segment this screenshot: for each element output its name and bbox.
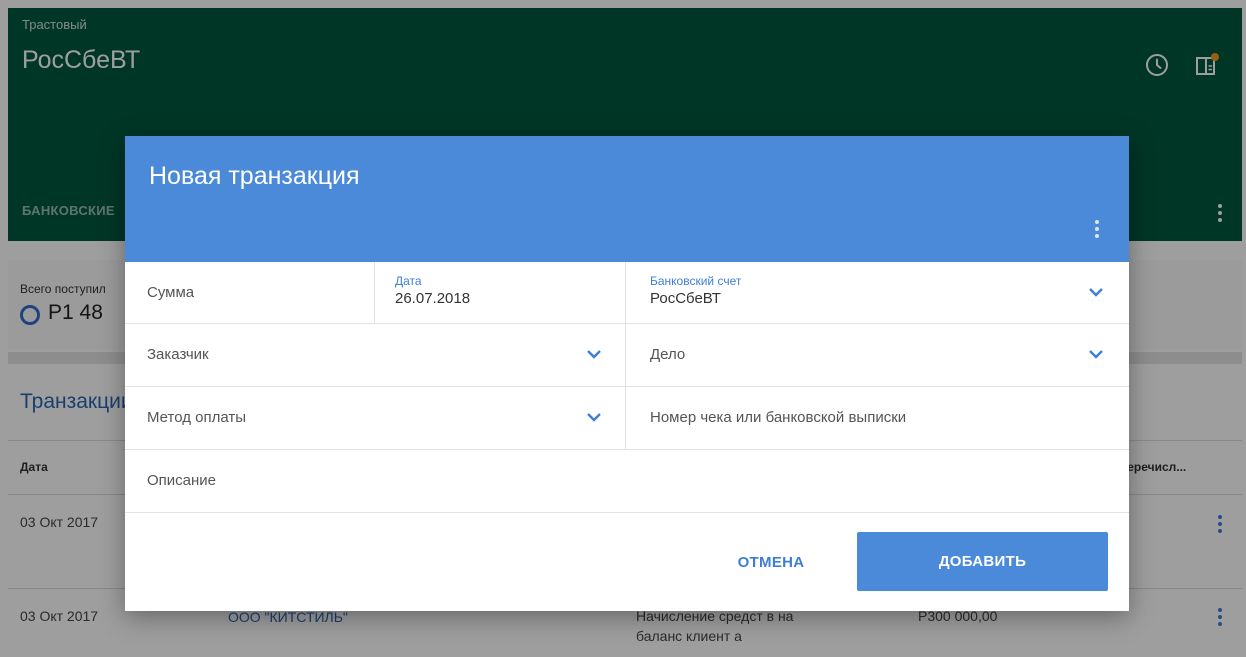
date-label: Дата [395, 274, 422, 288]
add-button[interactable]: ДОБАВИТЬ [857, 532, 1108, 591]
bank-account-select[interactable]: Банковский счет РосСбеВТ [626, 262, 1129, 324]
chevron-down-icon [587, 350, 601, 359]
date-field[interactable]: Дата 26.07.2018 [375, 262, 626, 324]
bank-account-label: Банковский счет [650, 274, 742, 288]
receipt-number-field[interactable]: Номер чека или банковской выписки [626, 387, 1129, 450]
amount-placeholder: Сумма [147, 284, 195, 301]
case-placeholder: Дело [650, 346, 686, 363]
customer-select[interactable]: Заказчик [125, 324, 626, 387]
more-vert-icon[interactable] [1087, 216, 1107, 242]
description-placeholder: Описание [147, 472, 217, 489]
case-select[interactable]: Дело [626, 324, 1129, 387]
date-value: 26.07.2018 [395, 290, 471, 307]
payment-method-select[interactable]: Метод оплаты [125, 387, 626, 450]
new-transaction-dialog: Новая транзакция Сумма Дата 26.07.2018 Б… [125, 136, 1129, 611]
bank-account-value: РосСбеВТ [650, 290, 721, 307]
cancel-button[interactable]: ОТМЕНА [715, 533, 827, 591]
dialog-header: Новая транзакция [125, 136, 1129, 262]
dialog-title: Новая транзакция [149, 162, 360, 190]
amount-field[interactable]: Сумма [125, 262, 375, 324]
chevron-down-icon [1089, 288, 1103, 297]
customer-placeholder: Заказчик [147, 346, 209, 363]
chevron-down-icon [1089, 350, 1103, 359]
receipt-number-placeholder: Номер чека или банковской выписки [650, 409, 907, 426]
payment-method-placeholder: Метод оплаты [147, 409, 247, 426]
chevron-down-icon [587, 413, 601, 422]
description-field[interactable]: Описание [125, 450, 1129, 513]
